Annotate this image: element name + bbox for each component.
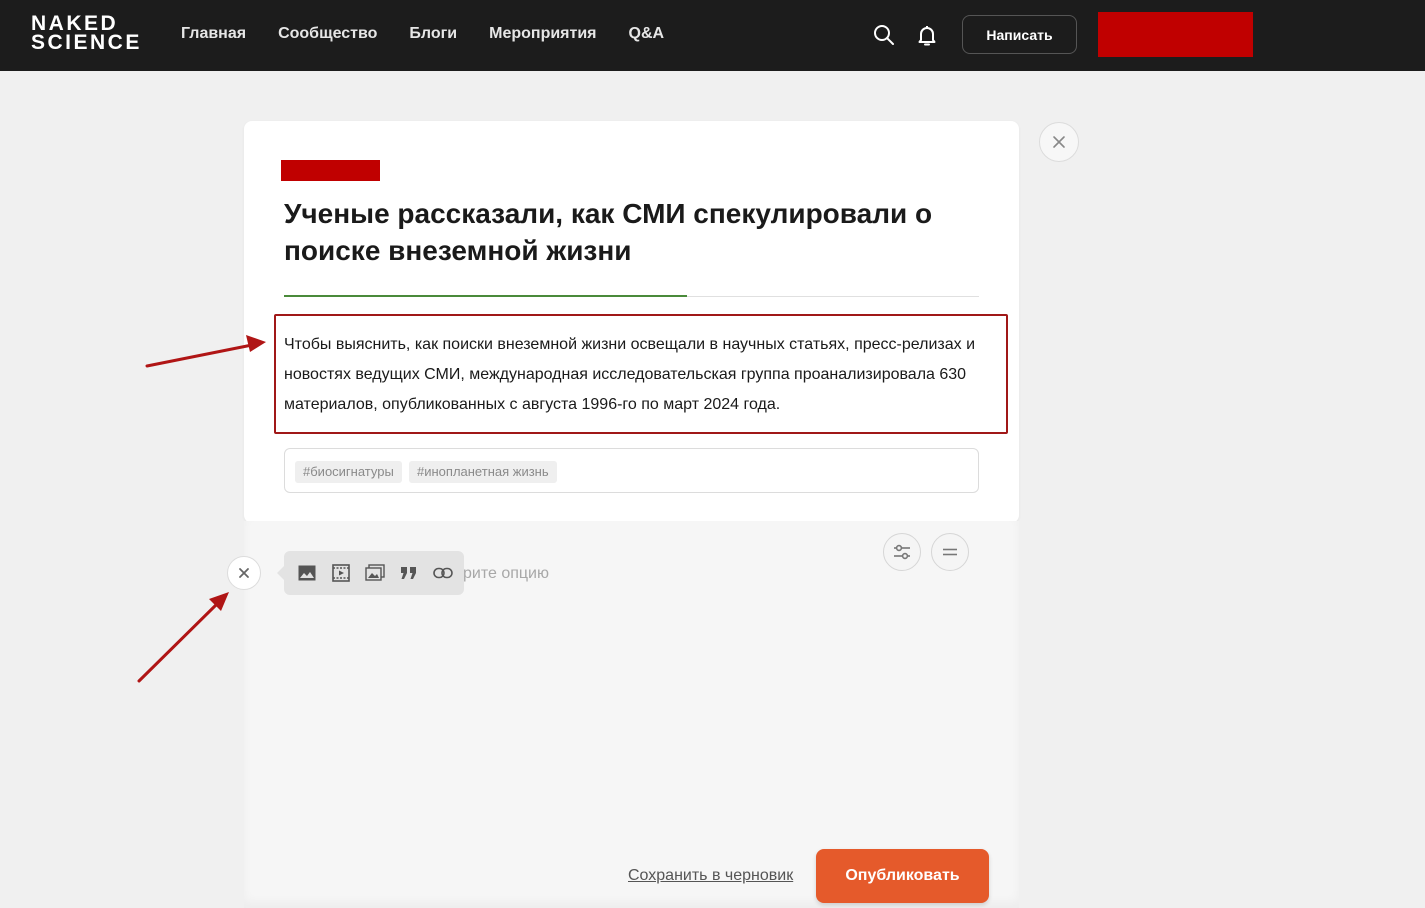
close-icon (1053, 136, 1065, 148)
image-icon[interactable] (296, 562, 318, 584)
tag-chip[interactable]: #биосигнатуры (295, 461, 402, 483)
bell-icon[interactable] (915, 23, 939, 47)
settings-sliders-icon (894, 544, 910, 560)
insert-toolbar (277, 551, 464, 595)
top-header: NAKED SCIENCE Главная Сообщество Блоги М… (0, 0, 1425, 71)
article-lead[interactable]: Чтобы выяснить, как поиски внеземной жиз… (284, 330, 984, 420)
gallery-icon[interactable] (364, 562, 386, 584)
title-progress-line (284, 295, 687, 297)
article-title[interactable]: Ученые рассказали, как СМИ спекулировали… (284, 195, 984, 269)
separator-icon (943, 548, 957, 556)
search-icon[interactable] (872, 23, 896, 47)
logo-line-2: SCIENCE (31, 31, 142, 54)
arrow-to-close (137, 592, 229, 683)
close-toolbar-button[interactable] (227, 556, 261, 590)
option-hint-text: рите опцию (463, 565, 549, 582)
tags-input[interactable]: #биосигнатуры #инопланетная жизнь (284, 448, 979, 493)
close-editor-button[interactable] (1039, 122, 1079, 162)
tag-chip[interactable]: #инопланетная жизнь (409, 461, 557, 483)
settings-button[interactable] (883, 533, 921, 571)
redacted-account-block[interactable] (1098, 12, 1253, 57)
nav-item-home[interactable]: Главная (181, 25, 246, 43)
video-icon[interactable] (330, 562, 352, 584)
save-draft-link[interactable]: Сохранить в черновик (628, 867, 793, 885)
write-button[interactable]: Написать (962, 15, 1077, 54)
redacted-category-label (281, 160, 380, 181)
quote-icon[interactable] (398, 562, 420, 584)
nav-item-qa[interactable]: Q&A (629, 25, 665, 43)
main-nav: Главная Сообщество Блоги Мероприятия Q&A (181, 25, 664, 43)
nav-item-community[interactable]: Сообщество (278, 25, 377, 43)
close-icon (239, 568, 249, 578)
link-icon[interactable] (432, 562, 454, 584)
nav-item-events[interactable]: Мероприятия (489, 25, 596, 43)
publish-button[interactable]: Опубликовать (816, 849, 989, 903)
nav-item-blogs[interactable]: Блоги (409, 25, 457, 43)
separator-button[interactable] (931, 533, 969, 571)
site-logo[interactable]: NAKED SCIENCE (31, 13, 153, 54)
